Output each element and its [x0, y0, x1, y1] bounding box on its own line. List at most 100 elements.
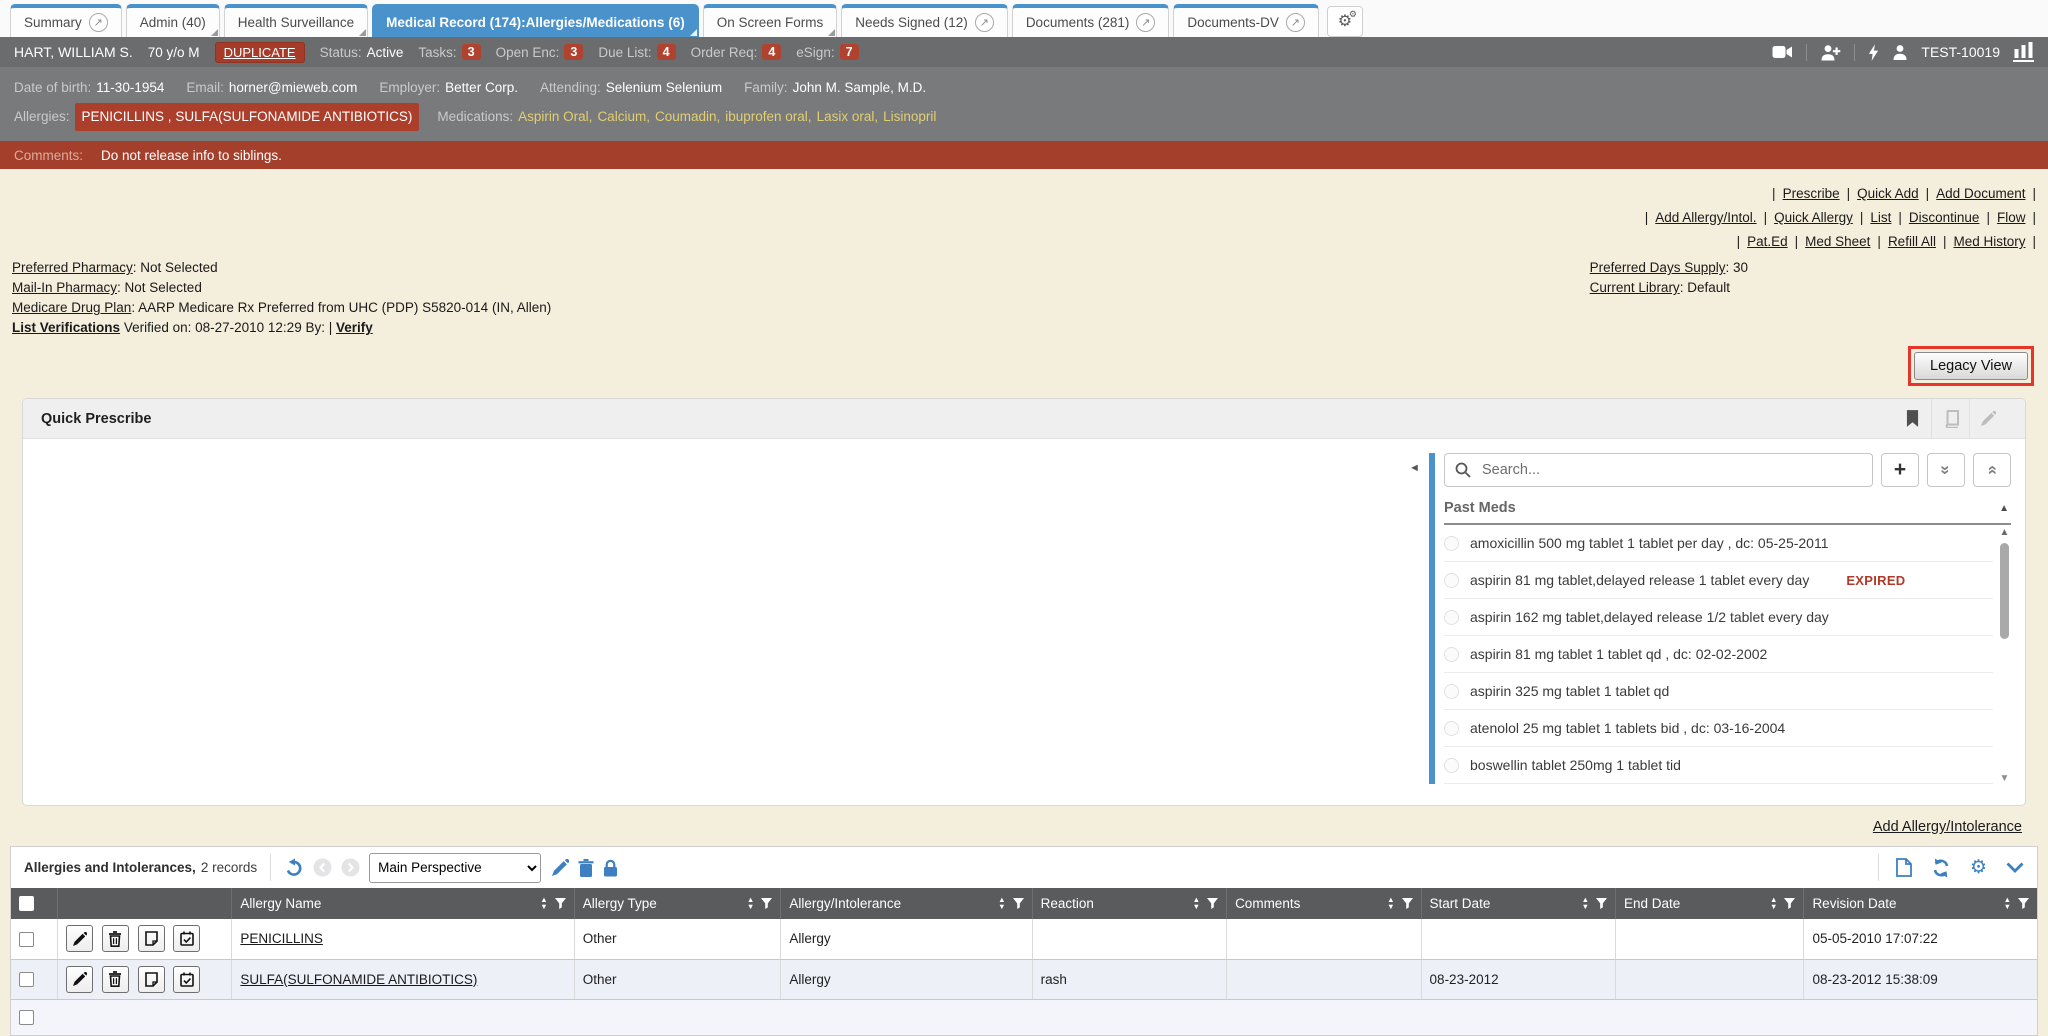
sort-icon[interactable]: ▲▼	[1770, 897, 1777, 910]
due-list-count-badge[interactable]: 4	[657, 44, 676, 60]
past-med-item[interactable]: aspirin 81 mg tablet 1 tablet qd , dc: 0…	[1444, 636, 1993, 673]
undo-icon[interactable]	[284, 858, 304, 878]
medication-link[interactable]: Calcium,	[597, 109, 650, 124]
esign-count-badge[interactable]: 7	[840, 44, 859, 60]
filter-icon[interactable]	[1207, 898, 1218, 909]
medicare-drug-plan-link[interactable]: Medicare Drug Plan	[12, 300, 131, 315]
edit-perspective-icon[interactable]	[552, 859, 569, 876]
row-checkbox[interactable]	[19, 1010, 34, 1025]
tab-on-screen-forms[interactable]: On Screen Forms	[703, 4, 838, 37]
med-radio[interactable]	[1444, 573, 1459, 588]
external-link-icon[interactable]: ↗	[1286, 13, 1305, 32]
link-quick-allergy[interactable]: Quick Allergy	[1774, 208, 1853, 227]
new-document-icon[interactable]	[1896, 858, 1912, 877]
sort-icon[interactable]: ▲▼	[998, 897, 1005, 910]
book-icon[interactable]	[1931, 399, 1969, 438]
external-link-icon[interactable]: ↗	[1136, 13, 1155, 32]
verify-link[interactable]: Verify	[336, 320, 373, 335]
tab-needs-signed[interactable]: Needs Signed (12) ↗	[841, 4, 1008, 37]
delete-allergy-button[interactable]	[102, 966, 129, 993]
medication-link[interactable]: Aspirin Oral,	[518, 109, 592, 124]
mailin-pharmacy-link[interactable]: Mail-In Pharmacy	[12, 280, 117, 295]
collapse-grid-icon[interactable]	[2006, 862, 2024, 873]
bookmark-icon[interactable]	[1893, 399, 1931, 438]
add-patient-icon[interactable]	[1820, 44, 1841, 61]
order-req-count-badge[interactable]: 4	[762, 44, 781, 60]
external-link-icon[interactable]: ↗	[89, 13, 108, 32]
lock-icon[interactable]	[603, 859, 618, 877]
edit-icon[interactable]	[1969, 399, 2007, 438]
filter-icon[interactable]	[555, 898, 566, 909]
med-radio[interactable]	[1444, 684, 1459, 699]
col-comments[interactable]: Comments▲▼	[1227, 888, 1421, 919]
tab-summary[interactable]: Summary ↗	[10, 4, 122, 37]
sort-icon[interactable]: ▲▼	[1387, 897, 1394, 910]
link-quick-add[interactable]: Quick Add	[1857, 184, 1919, 203]
col-end-date[interactable]: End Date▲▼	[1616, 888, 1804, 919]
med-radio[interactable]	[1444, 610, 1459, 625]
med-radio[interactable]	[1444, 758, 1459, 773]
select-all-checkbox[interactable]	[19, 896, 34, 911]
list-verifications-link[interactable]: List Verifications	[12, 320, 120, 335]
tab-medical-record[interactable]: Medical Record (174):Allergies/Medicatio…	[372, 4, 699, 37]
days-supply-link[interactable]: Preferred Days Supply	[1590, 260, 1726, 275]
row-checkbox[interactable]	[19, 932, 34, 947]
filter-icon[interactable]	[1402, 898, 1413, 909]
gear-icon[interactable]: ⚙	[1970, 858, 1987, 877]
note-button[interactable]	[138, 966, 165, 993]
col-allergy-name[interactable]: Allergy Name▲▼	[232, 888, 574, 919]
allergy-name-link[interactable]: SULFA(SULFONAMIDE ANTIBIOTICS)	[240, 972, 477, 987]
row-checkbox[interactable]	[19, 972, 34, 987]
collapse-left-icon[interactable]: ◄	[1409, 453, 1429, 784]
link-list[interactable]: List	[1870, 208, 1891, 227]
link-med-history[interactable]: Med History	[1953, 232, 2025, 251]
link-discontinue[interactable]: Discontinue	[1909, 208, 1980, 227]
med-radio[interactable]	[1444, 647, 1459, 662]
past-med-item[interactable]: aspirin 325 mg tablet 1 tablet qd	[1444, 673, 1993, 710]
past-med-item[interactable]: boswellin tablet 250mg 1 tablet tid	[1444, 747, 1993, 784]
past-med-item[interactable]: aspirin 162 mg tablet,delayed release 1/…	[1444, 599, 1993, 636]
collapse-all-button[interactable]: »	[1973, 453, 2011, 487]
sort-icon[interactable]: ▲▼	[2004, 897, 2011, 910]
sort-icon[interactable]: ▲▼	[1582, 897, 1589, 910]
expand-all-button[interactable]: »	[1927, 453, 1965, 487]
sort-icon[interactable]: ▲▼	[540, 897, 547, 910]
scroll-thumb[interactable]	[2000, 543, 2009, 639]
filter-icon[interactable]	[1013, 898, 1024, 909]
tab-health-surveillance[interactable]: Health Surveillance	[224, 4, 368, 37]
allergy-name-link[interactable]: PENICILLINS	[240, 931, 323, 946]
preferred-pharmacy-link[interactable]: Preferred Pharmacy	[12, 260, 133, 275]
link-refill-all[interactable]: Refill All	[1888, 232, 1936, 251]
chart-icon[interactable]	[2013, 42, 2034, 62]
edit-allergy-button[interactable]	[66, 966, 93, 993]
col-reaction[interactable]: Reaction▲▼	[1032, 888, 1226, 919]
med-radio[interactable]	[1444, 721, 1459, 736]
col-revision-date[interactable]: Revision Date▲▼	[1804, 888, 2037, 919]
add-med-button[interactable]: +	[1881, 453, 1919, 487]
link-med-sheet[interactable]: Med Sheet	[1805, 232, 1870, 251]
sort-asc-icon[interactable]: ▲	[1999, 503, 2009, 514]
current-library-link[interactable]: Current Library	[1590, 280, 1680, 295]
link-add-document[interactable]: Add Document	[1936, 184, 2025, 203]
add-allergy-intolerance-link[interactable]: Add Allergy/Intolerance	[1873, 819, 2022, 835]
sort-icon[interactable]: ▲▼	[747, 897, 754, 910]
duplicate-badge[interactable]: DUPLICATE	[215, 42, 305, 63]
refresh-icon[interactable]	[1931, 858, 1951, 878]
link-add-allergy-intol[interactable]: Add Allergy/Intol.	[1655, 208, 1756, 227]
medication-link[interactable]: Lasix oral,	[817, 109, 879, 124]
med-search-input[interactable]	[1480, 461, 1862, 479]
open-enc-count-badge[interactable]: 3	[564, 44, 583, 60]
delete-perspective-icon[interactable]	[578, 859, 594, 877]
scrollbar[interactable]: ▲ ▼	[1993, 525, 2011, 784]
scroll-up-icon[interactable]: ▲	[2000, 527, 2010, 538]
edit-allergy-button[interactable]	[66, 925, 93, 952]
perspective-select[interactable]: Main Perspective	[369, 853, 541, 883]
tab-documents[interactable]: Documents (281) ↗	[1012, 4, 1170, 37]
scroll-down-icon[interactable]: ▼	[2000, 773, 2010, 784]
filter-icon[interactable]	[761, 898, 772, 909]
col-allergy-intolerance[interactable]: Allergy/Intolerance▲▼	[781, 888, 1032, 919]
medication-link[interactable]: Coumadin,	[655, 109, 720, 124]
sort-icon[interactable]: ▲▼	[1193, 897, 1200, 910]
past-med-item[interactable]: amoxicillin 500 mg tablet 1 tablet per d…	[1444, 525, 1993, 562]
external-link-icon[interactable]: ↗	[975, 13, 994, 32]
